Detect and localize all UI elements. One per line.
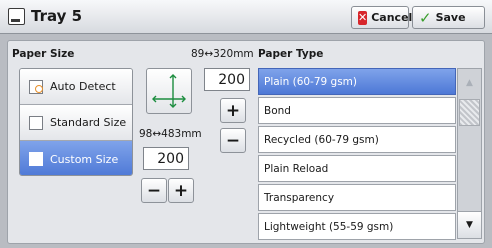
list-item[interactable]: Plain Reload	[258, 155, 456, 182]
y-range-label: 89↔320mm	[191, 48, 254, 60]
title-bar: Tray 5 ✕ Cancel ✓ Save	[0, 0, 492, 34]
list-item[interactable]: Plain (60-79 gsm)	[258, 68, 456, 95]
save-button[interactable]: ✓ Save	[412, 6, 485, 29]
y-value-field[interactable]: 200	[204, 68, 250, 91]
standard-size-button[interactable]: Standard Size	[20, 105, 132, 141]
custom-size-label: Custom Size	[50, 152, 119, 166]
x-increase-button[interactable]: +	[168, 178, 194, 203]
list-item[interactable]: Lightweight (55-59 gsm)	[258, 213, 456, 240]
auto-detect-icon	[29, 79, 43, 94]
checkbox-icon	[29, 152, 43, 166]
y-increase-button[interactable]: +	[220, 98, 246, 123]
scroll-up-icon[interactable]: ▲	[458, 69, 481, 97]
paper-size-options: Auto Detect Standard Size Custom Size	[19, 68, 133, 176]
list-item[interactable]: Bond	[258, 97, 456, 124]
x-value-field[interactable]: 200	[143, 147, 189, 170]
paper-type-scrollbar[interactable]: ▲ ▼	[457, 68, 482, 239]
scroll-down-icon[interactable]: ▼	[458, 211, 481, 238]
paper-type-list: Plain (60-79 gsm) Bond Recycled (60-79 g…	[258, 68, 456, 240]
auto-detect-button[interactable]: Auto Detect	[20, 69, 132, 105]
cancel-button[interactable]: ✕ Cancel	[351, 6, 413, 29]
checkmark-icon: ✓	[419, 8, 432, 27]
list-item[interactable]: Transparency	[258, 184, 456, 211]
window-title: Tray 5	[31, 7, 83, 25]
paper-size-heading: Paper Size	[12, 48, 75, 60]
scroll-thumb[interactable]	[459, 99, 480, 126]
list-item[interactable]: Recycled (60-79 gsm)	[258, 126, 456, 153]
cancel-icon: ✕	[358, 10, 368, 25]
x-range-label: 98↔483mm	[139, 128, 202, 140]
paper-type-heading: Paper Type	[258, 48, 324, 60]
cancel-label: Cancel	[371, 11, 413, 24]
y-decrease-button[interactable]: −	[220, 128, 246, 153]
x-decrease-button[interactable]: −	[141, 178, 167, 203]
xy-dimension-icon	[152, 74, 186, 108]
auto-detect-label: Auto Detect	[50, 80, 116, 93]
paper-dimension-diagram-button[interactable]	[146, 68, 192, 114]
tray-icon	[8, 8, 25, 25]
save-label: Save	[435, 11, 466, 24]
custom-size-button[interactable]: Custom Size	[20, 141, 132, 175]
checkbox-icon	[29, 115, 43, 130]
settings-panel: Paper Size Auto Detect Standard Size Cus…	[7, 40, 485, 244]
standard-size-label: Standard Size	[50, 116, 127, 129]
